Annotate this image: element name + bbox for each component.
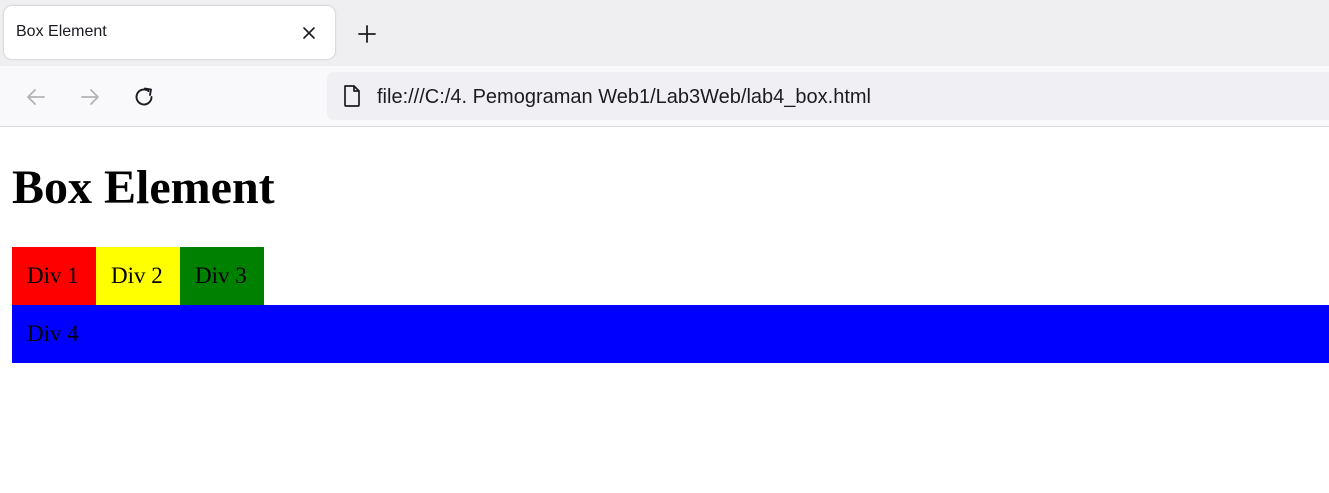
div-3-box: Div 3 xyxy=(180,247,264,305)
div-2-box: Div 2 xyxy=(96,247,180,305)
div-4-box: Div 4 xyxy=(12,305,1329,363)
tab-title: Box Element xyxy=(16,23,107,40)
document-icon xyxy=(341,84,363,108)
navigation-bar: file:///C:/4. Pemograman Web1/Lab3Web/la… xyxy=(0,66,1329,127)
url-text[interactable]: file:///C:/4. Pemograman Web1/Lab3Web/la… xyxy=(377,86,871,109)
reload-icon[interactable] xyxy=(131,84,157,110)
page-content: Box Element Div 1 Div 2 Div 3 Div 4 xyxy=(0,128,1329,493)
div-1-box: Div 1 xyxy=(12,247,96,305)
close-icon[interactable] xyxy=(300,24,318,42)
page-heading: Box Element xyxy=(12,161,275,214)
tab-strip: Box Element xyxy=(0,0,1329,66)
browser-tab[interactable]: Box Element xyxy=(4,6,335,59)
arrow-right-icon[interactable] xyxy=(77,84,103,110)
address-bar[interactable]: file:///C:/4. Pemograman Web1/Lab3Web/la… xyxy=(327,72,1329,120)
plus-icon[interactable] xyxy=(355,22,379,46)
arrow-left-icon[interactable] xyxy=(23,84,49,110)
